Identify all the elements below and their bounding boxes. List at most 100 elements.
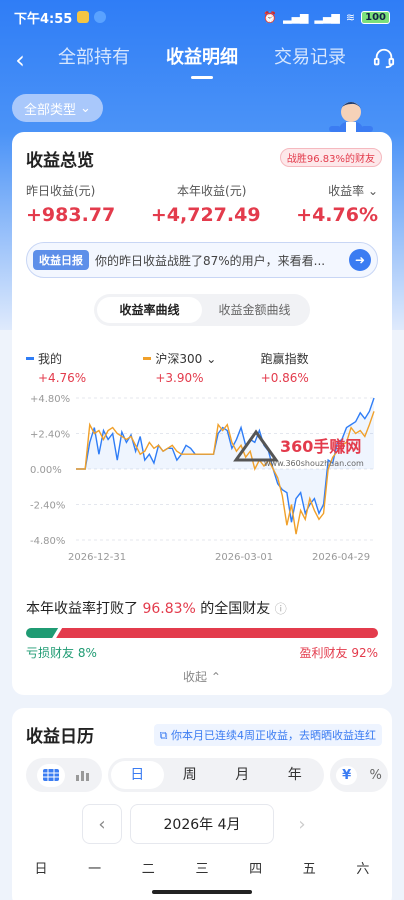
year-earnings-label: 本年收益(元) (177, 184, 247, 198)
calendar-title: 收益日历 (26, 727, 94, 747)
type-filter-dropdown[interactable]: 全部类型 ⌄ (12, 94, 103, 122)
signal-icon-2: ▂▄▆ (314, 10, 340, 24)
collapse-button[interactable]: 收起 ⌃ (12, 668, 392, 685)
unit-yuan-button[interactable]: ¥ (336, 765, 358, 785)
profit-loss-ratio-bar (26, 628, 378, 638)
y-tick-label: 0.00% (30, 465, 62, 476)
weekday-label: 二 (141, 862, 155, 877)
legend-value: +4.76% (38, 371, 87, 385)
wifi-icon: ≋ (345, 10, 356, 24)
chevron-down-icon: ⌄ (367, 184, 378, 198)
tab-trade-records[interactable]: 交易记录 (274, 43, 346, 77)
chart-legend: 我的 +4.76% 沪深300 ⌄ +3.90% 跑赢指数 +0.86% (26, 350, 378, 385)
year-earnings-value: +4,727.49 (150, 204, 261, 226)
beat-summary: 本年收益率打败了 96.83% 的全国财友 ⓘ (26, 598, 378, 618)
return-rate-dropdown[interactable]: 收益率 ⌄ (328, 182, 378, 199)
share-icon: ⧉ (159, 729, 168, 742)
x-tick-label: 2026-04-29 (312, 552, 370, 563)
daily-report-text: 你的昨日收益战胜了87%的用户，来看看... (95, 253, 326, 268)
back-arrow-icon[interactable]: ‹ (0, 46, 40, 74)
return-rate-chart: +4.80% +2.40% 0.00% -2.40% -4.80%2026-12-31 2… (30, 394, 375, 563)
legend-swatch (26, 357, 34, 360)
unit-toggle: ¥ % (330, 758, 388, 792)
y-tick-label: -4.80% (30, 536, 65, 547)
summary-title: 收益总览 (26, 151, 94, 171)
legend-item-mine: 我的 +4.76% (26, 350, 143, 385)
chevron-down-icon: ⌄ (206, 351, 217, 366)
battery-icon: 100 (361, 10, 390, 24)
legend-value: +0.86% (260, 371, 309, 385)
tab-return-rate-curve[interactable]: 收益率曲线 (97, 297, 202, 323)
daily-report-banner[interactable]: 收益日报 你的昨日收益战胜了87%的用户，来看看... ➜ (26, 242, 378, 278)
streak-share-hint[interactable]: ⧉ 你本月已连续4周正收益，去晒晒收益连红 (153, 724, 382, 746)
tab-day[interactable]: 日 (111, 761, 164, 789)
watermark-url: www.360shouzhuan.com (264, 459, 364, 468)
chevron-up-icon: ⌃ (210, 670, 221, 684)
y-tick-label: +4.80% (30, 394, 70, 405)
earnings-summary-card: 收益总览 战胜96.83%的财友 昨日收益(元) 本年收益(元) 收益率 ⌄ +… (12, 132, 392, 695)
tab-earnings-detail[interactable]: 收益明细 (166, 43, 238, 77)
status-time: 下午4:55 (14, 11, 73, 27)
unit-percent-button[interactable]: % (369, 768, 381, 783)
rank-badge: 战胜96.83%的财友 (279, 148, 382, 167)
y-tick-label: -2.40% (30, 501, 65, 512)
weekday-header: 日 一 二 三 四 五 六 (26, 858, 378, 877)
y-tick-label: +2.40% (30, 430, 70, 441)
month-navigator: ‹ 2026年 4月 › (82, 804, 322, 844)
home-indicator[interactable] (152, 890, 252, 894)
next-month-button[interactable]: › (282, 804, 322, 844)
daily-report-tag: 收益日报 (33, 250, 89, 270)
stat-values: +983.77 +4,727.49 +4.76% (26, 204, 378, 226)
weekday-label: 五 (302, 862, 316, 877)
legend-swatch (143, 357, 152, 360)
status-bar: 下午4:55 ⏰ ▂▄▆ ▂▄▆ ≋ 100 (0, 0, 404, 34)
legend-name: 跑赢指数 (260, 352, 309, 366)
legend-name: 沪深300 (155, 352, 203, 366)
calendar-grid-icon[interactable] (37, 763, 65, 787)
weekday-label: 四 (249, 862, 263, 877)
weekday-label: 三 (195, 862, 209, 877)
beat-suffix: 的全国财友 (200, 601, 271, 617)
period-tabs: 日 周 月 年 (108, 758, 324, 792)
tab-all-holdings[interactable]: 全部持有 (58, 43, 130, 77)
prev-month-button[interactable]: ‹ (82, 804, 122, 844)
legend-item-outperform: 跑赢指数 +0.86% (261, 350, 378, 385)
loss-segment (26, 628, 59, 638)
loss-friends-label: 亏损财友 8% (26, 646, 97, 660)
legend-item-index[interactable]: 沪深300 ⌄ +3.90% (143, 350, 260, 385)
yesterday-earnings-value: +983.77 (26, 204, 116, 226)
return-rate-value: +4.76% (296, 204, 378, 226)
tab-year[interactable]: 年 (269, 761, 322, 789)
type-filter-label: 全部类型 (24, 102, 77, 118)
arrow-right-icon[interactable]: ➜ (349, 249, 371, 271)
stat-labels: 昨日收益(元) 本年收益(元) 收益率 ⌄ (26, 182, 378, 199)
chevron-down-icon: ⌄ (80, 100, 91, 116)
status-icons: ⏰ ▂▄▆ ▂▄▆ ≋ 100 (263, 10, 390, 24)
bar-chart-icon[interactable] (75, 766, 91, 785)
yesterday-earnings-label: 昨日收益(元) (26, 184, 96, 198)
customer-service-icon[interactable] (364, 47, 404, 73)
app-notification-icon-2 (94, 11, 107, 23)
gain-friends-label: 盈利财友 92% (299, 646, 379, 660)
month-label[interactable]: 2026年 4月 (130, 804, 274, 844)
curve-switch: 收益率曲线 收益金额曲线 (94, 294, 310, 326)
legend-name: 我的 (38, 352, 63, 366)
weekday-label: 六 (356, 862, 370, 877)
x-tick-label: 2026-03-01 (215, 552, 273, 563)
weekday-label: 一 (88, 862, 102, 877)
return-rate-label: 收益率 (328, 184, 365, 198)
weekday-label: 日 (34, 862, 48, 877)
tab-week[interactable]: 周 (164, 761, 217, 789)
beat-percentage: 96.83% (142, 601, 196, 617)
app-notification-icon (77, 11, 90, 23)
x-tick-label: 2026-12-31 (68, 552, 126, 563)
earnings-calendar-card: 收益日历 ⧉ 你本月已连续4周正收益，去晒晒收益连红 日 周 月 年 ¥ % ‹… (12, 708, 392, 900)
watermark-title: 360手赚网 (280, 437, 361, 456)
info-icon[interactable]: ⓘ (275, 602, 287, 616)
alarm-icon: ⏰ (263, 10, 278, 24)
tab-earnings-amount-curve[interactable]: 收益金额曲线 (202, 297, 307, 323)
signal-icon: ▂▄▆ (283, 10, 309, 24)
legend-value: +3.90% (155, 371, 204, 385)
top-nav: ‹ 全部持有 收益明细 交易记录 (0, 38, 404, 82)
tab-month[interactable]: 月 (216, 761, 269, 789)
